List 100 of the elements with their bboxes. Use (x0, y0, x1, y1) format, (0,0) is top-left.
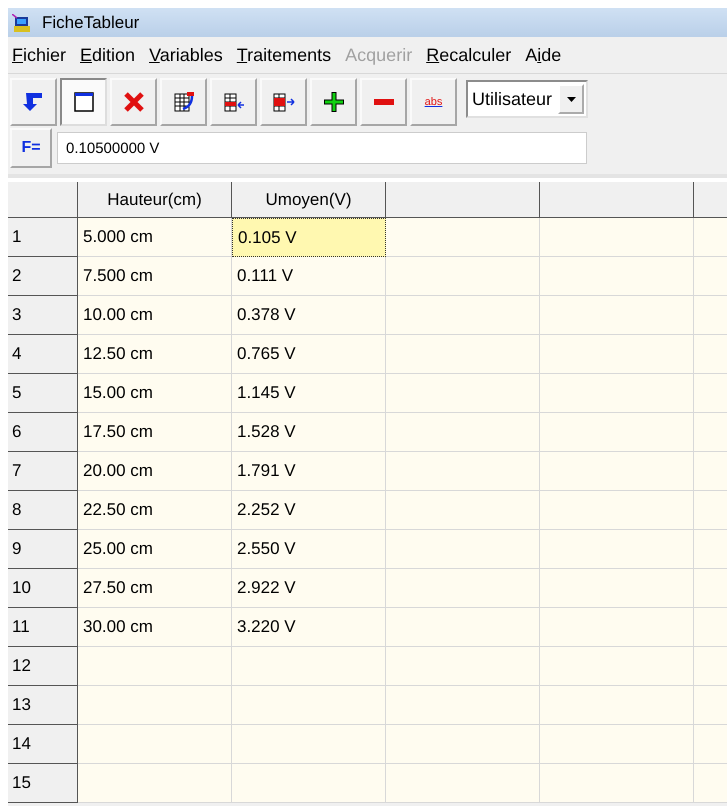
table-cell[interactable] (78, 764, 232, 803)
window-icon (72, 90, 96, 114)
row-header[interactable]: 2 (8, 257, 78, 296)
app-icon (12, 14, 30, 32)
table-cell[interactable] (78, 647, 232, 686)
table-cell[interactable] (540, 374, 694, 413)
row-header[interactable]: 6 (8, 413, 78, 452)
table-cell[interactable]: 0.765 V (232, 335, 386, 374)
table-cell[interactable] (386, 764, 540, 803)
table-cell[interactable] (232, 686, 386, 725)
table-cell[interactable] (540, 686, 694, 725)
table-cell[interactable]: 0.378 V (232, 296, 386, 335)
table-cell[interactable]: 15.00 cm (78, 374, 232, 413)
table-cell[interactable] (540, 491, 694, 530)
column-header[interactable]: Umoyen(V) (232, 182, 386, 218)
table-cell[interactable]: 3.220 V (232, 608, 386, 647)
table-cell[interactable] (540, 725, 694, 764)
table-cell[interactable]: 22.50 cm (78, 491, 232, 530)
menu-item[interactable]: Aide (525, 44, 562, 66)
row-header[interactable]: 12 (8, 647, 78, 686)
table-cell[interactable]: 2.550 V (232, 530, 386, 569)
toolbar-button[interactable]: abs (410, 78, 457, 126)
caret-icon (566, 96, 576, 102)
table-cell[interactable] (386, 257, 540, 296)
table-cell[interactable] (386, 452, 540, 491)
row-header[interactable]: 15 (8, 764, 78, 803)
table-cell[interactable] (386, 335, 540, 374)
row-header[interactable]: 5 (8, 374, 78, 413)
table-cell[interactable]: 2.252 V (232, 491, 386, 530)
toolbar-button[interactable] (60, 78, 107, 126)
table-cell[interactable]: 0.105 V (232, 218, 386, 257)
table-cell[interactable]: 2.922 V (232, 569, 386, 608)
table-cell[interactable] (540, 257, 694, 296)
table-cell[interactable] (540, 569, 694, 608)
table-cell[interactable] (232, 725, 386, 764)
row-header[interactable]: 1 (8, 218, 78, 257)
row-header[interactable]: 7 (8, 452, 78, 491)
menu-item[interactable]: Variables (149, 44, 223, 66)
table-cell[interactable]: 1.145 V (232, 374, 386, 413)
dropdown-button[interactable] (558, 84, 584, 114)
column-header[interactable] (540, 182, 694, 218)
row-header[interactable]: 10 (8, 569, 78, 608)
mode-dropdown[interactable]: Utilisateur (466, 80, 588, 118)
table-cell[interactable] (540, 647, 694, 686)
table-cell[interactable] (540, 452, 694, 491)
table-cell[interactable] (386, 569, 540, 608)
table-cell[interactable] (386, 374, 540, 413)
row-header[interactable]: 11 (8, 608, 78, 647)
table-cell[interactable] (540, 764, 694, 803)
table-cell[interactable]: 27.50 cm (78, 569, 232, 608)
table-cell[interactable]: 5.000 cm (78, 218, 232, 257)
row-header[interactable]: 9 (8, 530, 78, 569)
table-cell[interactable]: 25.00 cm (78, 530, 232, 569)
row-header[interactable]: 14 (8, 725, 78, 764)
table-cell[interactable]: 17.50 cm (78, 413, 232, 452)
grid-edit-icon (172, 90, 196, 114)
minus-icon (374, 99, 394, 105)
table-cell[interactable]: 0.111 V (232, 257, 386, 296)
table-cell[interactable]: 1.791 V (232, 452, 386, 491)
table-cell[interactable] (386, 647, 540, 686)
column-header[interactable]: Hauteur(cm) (78, 182, 232, 218)
table-cell[interactable] (232, 764, 386, 803)
table-cell[interactable] (386, 218, 540, 257)
table-cell[interactable] (540, 296, 694, 335)
table-cell[interactable] (540, 218, 694, 257)
row-header[interactable]: 8 (8, 491, 78, 530)
table-cell[interactable] (540, 335, 694, 374)
table-cell[interactable] (540, 530, 694, 569)
table-cell[interactable] (386, 530, 540, 569)
table-cell[interactable]: 1.528 V (232, 413, 386, 452)
table-cell[interactable]: 10.00 cm (78, 296, 232, 335)
table-cell[interactable] (386, 608, 540, 647)
table-cell[interactable] (540, 608, 694, 647)
menu-item[interactable]: Recalculer (426, 44, 512, 66)
table-cell[interactable] (386, 686, 540, 725)
menu-item[interactable]: Traitements (236, 44, 332, 66)
formula-field[interactable]: 0.10500000 V (57, 132, 587, 164)
table-cell[interactable] (78, 725, 232, 764)
table-cell[interactable]: 20.00 cm (78, 452, 232, 491)
table-cell[interactable] (386, 725, 540, 764)
plus-icon (322, 90, 346, 114)
window-title: FicheTableur (42, 12, 140, 32)
row-header[interactable]: 3 (8, 296, 78, 335)
table-cell[interactable] (386, 491, 540, 530)
table-cell[interactable] (386, 413, 540, 452)
column-header[interactable] (386, 182, 540, 218)
menu-item[interactable]: Fichier (12, 44, 66, 66)
dropdown-value: Utilisateur (471, 88, 554, 110)
table-cell[interactable]: 7.500 cm (78, 257, 232, 296)
menu-item[interactable]: Edition (80, 44, 136, 66)
row-header[interactable]: 13 (8, 686, 78, 725)
delete-icon (122, 90, 146, 114)
table-cell[interactable] (232, 647, 386, 686)
table-cell[interactable] (78, 686, 232, 725)
table-cell[interactable]: 30.00 cm (78, 608, 232, 647)
table-cell[interactable] (386, 296, 540, 335)
table-cell[interactable]: 12.50 cm (78, 335, 232, 374)
row-header[interactable]: 4 (8, 335, 78, 374)
table-cell[interactable] (540, 413, 694, 452)
formula-button[interactable]: F= (10, 128, 52, 168)
